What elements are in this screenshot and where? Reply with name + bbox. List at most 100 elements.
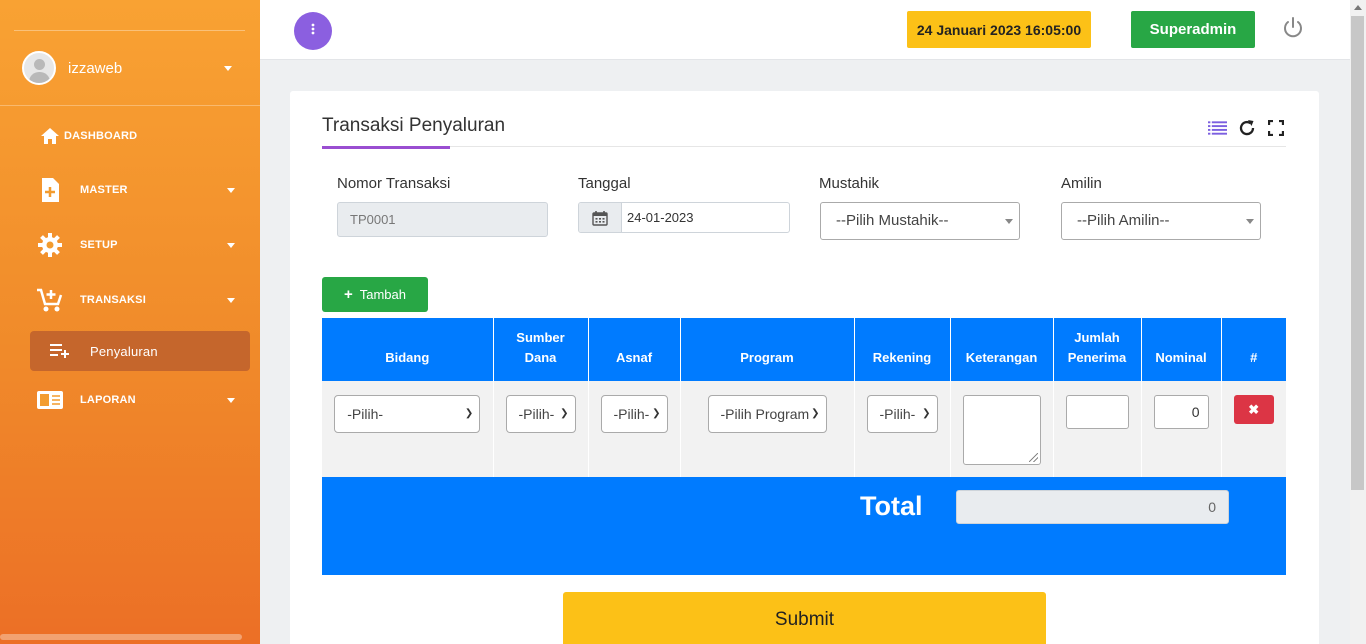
cell-asnaf: -Pilih- ❯ — [588, 381, 681, 477]
divider — [322, 146, 1286, 147]
page-title: Transaksi Penyaluran — [322, 115, 506, 136]
program-selected: -Pilih Program- — [720, 406, 814, 422]
nominal-input[interactable]: 0 — [1153, 395, 1209, 429]
avatar — [22, 51, 56, 85]
total-input[interactable]: 0 — [956, 490, 1229, 524]
sumber-dana-select[interactable]: -Pilih- ❯ — [505, 395, 576, 433]
chevron-down-icon: ❯ — [920, 408, 931, 419]
chevron-down-icon: ❯ — [558, 408, 569, 419]
file-plus-icon — [36, 176, 64, 204]
caret-down-icon — [227, 397, 235, 403]
divider — [14, 30, 245, 31]
topbar: 24 Januari 2023 16:05:00 Superadmin — [260, 0, 1350, 60]
cart-plus-icon — [36, 286, 64, 314]
jumlah-penerima-input[interactable] — [1065, 395, 1129, 429]
sidebar-item-label: LAPORAN — [80, 394, 136, 406]
header-keterangan: Keterangan — [950, 318, 1054, 381]
caret-down-icon — [227, 242, 235, 248]
sidebar-item-label: MASTER — [80, 184, 128, 196]
cell-jumlah-penerima — [1053, 381, 1142, 477]
mustahik-label: Mustahik — [819, 175, 880, 192]
header-program: Program — [680, 318, 855, 381]
header-nominal: Nominal — [1141, 318, 1222, 381]
sidebar-item-label: TRANSAKSI — [80, 294, 146, 306]
datetime-badge: 24 Januari 2023 16:05:00 — [907, 11, 1091, 48]
keterangan-textarea[interactable] — [962, 395, 1041, 465]
cell-program: -Pilih Program- ❯ — [680, 381, 855, 477]
tambah-label: Tambah — [359, 287, 406, 302]
card-tools — [1208, 118, 1285, 137]
tanggal-label: Tanggal — [578, 175, 631, 192]
header-sumber-dana: Sumber Dana — [493, 318, 589, 381]
cell-keterangan — [950, 381, 1054, 477]
sidebar-item-setup[interactable]: SETUP — [36, 229, 241, 261]
transaction-card: Transaksi Penyaluran Nomor Transaksi TP0… — [290, 91, 1319, 644]
total-label: Total — [860, 491, 923, 521]
book-icon — [36, 386, 64, 414]
title-underline — [322, 146, 450, 149]
rekening-select[interactable]: -Pilih- ❯ — [866, 395, 938, 433]
mustahik-selected: --Pilih Mustahik-- — [836, 212, 949, 229]
submit-button[interactable]: Submit — [563, 592, 1046, 644]
caret-down-icon — [1005, 219, 1013, 224]
plus-icon: + — [343, 286, 353, 303]
sidebar-item-label: Penyaluran — [90, 343, 158, 359]
role-button[interactable]: Superadmin — [1131, 11, 1255, 48]
sidebar-item-master[interactable]: MASTER — [36, 174, 241, 206]
delete-row-button[interactable]: ✖ — [1233, 395, 1274, 424]
total-bar: Total 0 — [322, 477, 1286, 575]
cell-sumber-dana: -Pilih- ❯ — [493, 381, 589, 477]
scroll-up-icon[interactable] — [1354, 5, 1362, 10]
sidebar-item-penyaluran[interactable]: Penyaluran — [30, 331, 250, 371]
cell-rekening: -Pilih- ❯ — [854, 381, 951, 477]
bidang-selected: -Pilih- — [347, 406, 384, 422]
asnaf-select[interactable]: -Pilih- ❯ — [600, 395, 668, 433]
nomor-transaksi-input[interactable]: TP0001 — [337, 202, 548, 237]
fullscreen-icon[interactable] — [1266, 118, 1285, 137]
home-icon — [36, 122, 64, 150]
header-jumlah-penerima: Jumlah Penerima — [1053, 318, 1142, 381]
sidebar-item-laporan[interactable]: LAPORAN — [36, 384, 241, 416]
playlist-add-icon — [46, 337, 74, 365]
caret-down-icon — [227, 187, 235, 193]
caret-down-icon — [227, 297, 235, 303]
rekening-selected: -Pilih- — [879, 406, 916, 422]
table-header-row: Bidang Sumber Dana Asnaf Program Rekenin… — [322, 318, 1286, 381]
chevron-down-icon: ❯ — [462, 408, 474, 419]
cell-action: ✖ — [1221, 381, 1286, 477]
sumber-dana-selected: -Pilih- — [518, 406, 555, 422]
horizontal-scrollbar[interactable] — [0, 634, 242, 640]
header-asnaf: Asnaf — [588, 318, 681, 381]
chevron-down-icon: ❯ — [809, 408, 820, 419]
power-icon[interactable] — [1281, 16, 1305, 40]
amilin-label: Amilin — [1061, 175, 1102, 192]
more-menu-button[interactable] — [294, 12, 332, 50]
scrollbar-thumb[interactable] — [1351, 16, 1364, 490]
sidebar-item-label: DASHBOARD — [64, 130, 138, 142]
amilin-selected: --Pilih Amilin-- — [1077, 212, 1170, 229]
more-vertical-icon — [311, 22, 315, 40]
chevron-down-icon: ❯ — [650, 408, 661, 419]
amilin-select[interactable]: --Pilih Amilin-- — [1061, 202, 1261, 240]
nomor-transaksi-label: Nomor Transaksi — [337, 175, 451, 192]
tanggal-input[interactable]: 24-01-2023 — [578, 202, 790, 233]
user-menu[interactable]: izzaweb — [22, 50, 240, 86]
sidebar-item-transaksi[interactable]: TRANSAKSI — [36, 284, 241, 316]
header-rekening: Rekening — [854, 318, 951, 381]
tambah-button[interactable]: + Tambah — [322, 277, 428, 312]
bidang-select[interactable]: -Pilih- ❯ — [334, 395, 481, 433]
caret-down-icon — [224, 65, 232, 71]
cell-bidang: -Pilih- ❯ — [322, 381, 494, 477]
program-select[interactable]: -Pilih Program- ❯ — [707, 395, 827, 433]
list-icon[interactable] — [1208, 118, 1227, 137]
sidebar: izzaweb DASHBOARD MASTER SETUP TRANSAKSI — [0, 0, 260, 644]
cell-nominal: 0 — [1141, 381, 1222, 477]
sidebar-item-dashboard[interactable]: DASHBOARD — [36, 120, 241, 152]
sidebar-item-label: SETUP — [80, 239, 118, 251]
caret-down-icon — [1246, 219, 1254, 224]
distribution-table: Bidang Sumber Dana Asnaf Program Rekenin… — [322, 318, 1286, 477]
mustahik-select[interactable]: --Pilih Mustahik-- — [820, 202, 1020, 240]
refresh-icon[interactable] — [1237, 118, 1256, 137]
header-action: # — [1221, 318, 1286, 381]
asnaf-selected: -Pilih- — [613, 406, 650, 422]
